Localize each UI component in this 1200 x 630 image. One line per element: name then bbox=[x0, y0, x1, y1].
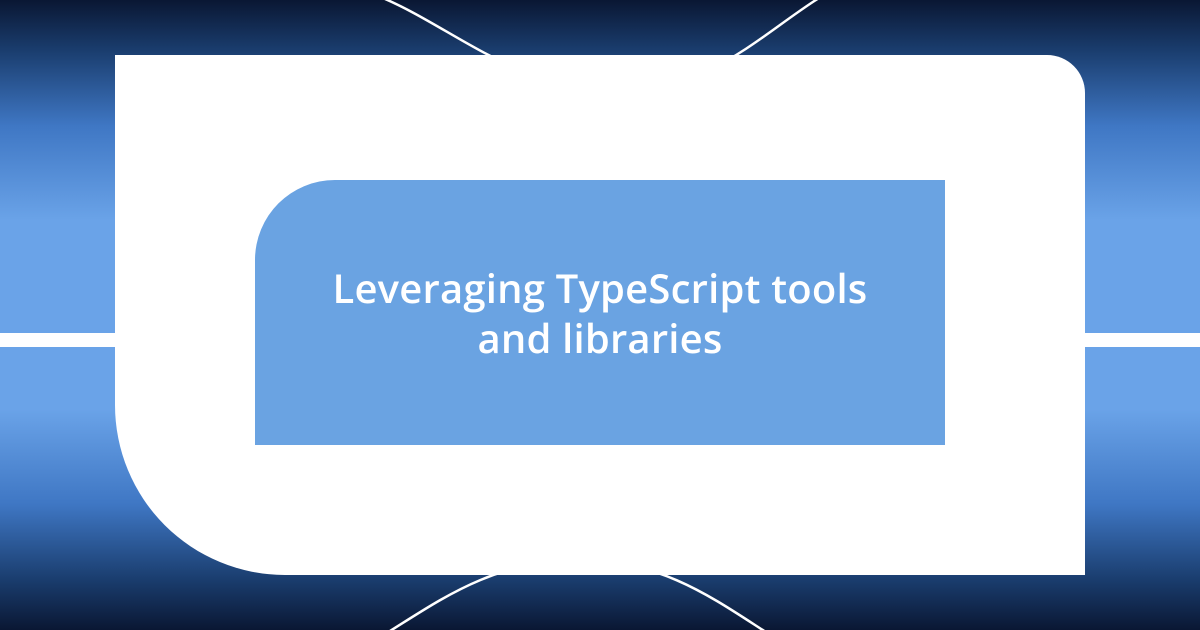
card-title: Leveraging TypeScript tools and librarie… bbox=[315, 263, 885, 363]
inner-card: Leveraging TypeScript tools and librarie… bbox=[255, 180, 945, 445]
